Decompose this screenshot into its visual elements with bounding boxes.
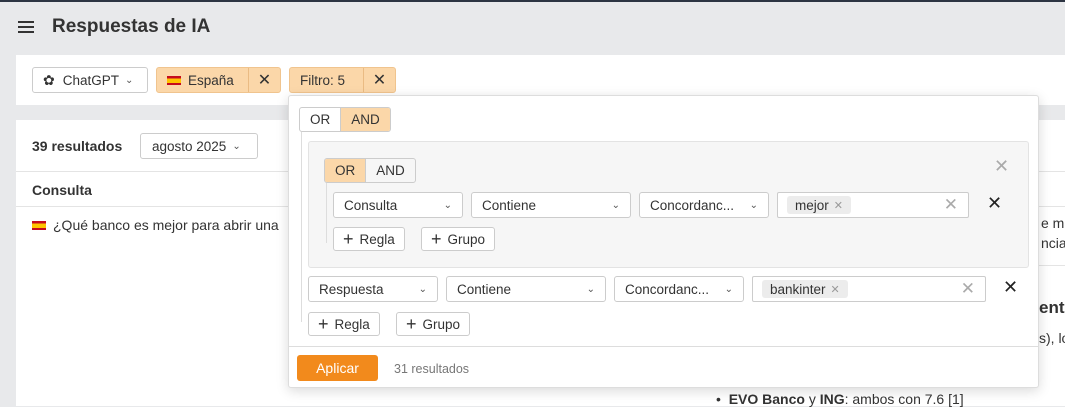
operator-value: Contiene [457, 281, 512, 297]
match-value: Concordanc... [625, 281, 710, 297]
filter-popover: OR AND OR AND ✕ Consulta ⌄ Contiene ⌄ Conc… [288, 95, 1039, 388]
add-rule-label: Regla [334, 316, 370, 332]
field-value: Consulta [344, 197, 398, 213]
country-chip[interactable]: España ✕ [156, 67, 281, 93]
tree-line [326, 183, 327, 243]
filter-group: OR AND ✕ Consulta ⌄ Contiene ⌄ Concordanc.… [308, 141, 1029, 268]
model-dropdown[interactable]: ✿ ChatGPT ⌄ [32, 67, 148, 93]
top-border [0, 0, 1065, 2]
remove-filter-icon[interactable]: ✕ [363, 68, 395, 92]
openai-icon: ✿ [43, 71, 55, 88]
match-select[interactable]: Concordanc... ⌄ [639, 192, 769, 218]
filter-chip[interactable]: Filtro: 5 ✕ [289, 67, 396, 93]
logic-or-button[interactable]: OR [325, 159, 366, 182]
answer-heading-fragment: ente [1039, 298, 1065, 317]
answer-bullet: • EVO Banco y ING: ambos con 7.6 [1] [716, 391, 964, 407]
value-input[interactable]: bankinter ✕ ✕ [752, 276, 986, 302]
group-logic-toggle: OR AND [324, 158, 416, 183]
row-query: ¿Qué banco es mejor para abrir una [53, 217, 279, 233]
chevron-down-icon: ⌄ [418, 283, 427, 295]
field-select[interactable]: Consulta ⌄ [333, 192, 463, 218]
filter-label: Filtro: 5 [300, 72, 346, 88]
bank-name: ING [819, 391, 845, 407]
chevron-down-icon: ⌄ [125, 74, 134, 86]
column-header-consulta: Consulta [32, 182, 92, 198]
field-value: Respuesta [319, 281, 384, 297]
value-tag: bankinter ✕ [762, 280, 848, 298]
divider [1039, 265, 1065, 266]
logic-and-button[interactable]: AND [340, 108, 390, 131]
logic-or-button[interactable]: OR [300, 108, 340, 131]
match-select[interactable]: Concordanc... ⌄ [614, 276, 744, 302]
divider [289, 346, 1038, 347]
model-label: ChatGPT [62, 72, 120, 88]
apply-button[interactable]: Aplicar [297, 355, 378, 381]
add-group-label: Grupo [447, 231, 486, 247]
answer-text-fragment: s), lo [1039, 330, 1065, 346]
country-label: España [188, 72, 234, 88]
chevron-down-icon: ⌄ [749, 199, 758, 211]
results-count: 39 resultados [32, 138, 123, 154]
answer-text-fragment: e mu [1041, 215, 1065, 231]
remove-rule-icon[interactable]: ✕ [1003, 277, 1018, 298]
chevron-down-icon: ⌄ [232, 140, 241, 152]
add-rule-button[interactable]: + Regla [333, 227, 405, 251]
chevron-down-icon: ⌄ [586, 283, 595, 295]
add-rule-label: Regla [359, 231, 395, 247]
spain-flag-icon [167, 75, 181, 85]
chevron-down-icon: ⌄ [724, 283, 733, 295]
operator-select[interactable]: Contiene ⌄ [471, 192, 631, 218]
table-row[interactable]: ¿Qué banco es mejor para abrir una [32, 217, 279, 233]
operator-value: Contiene [482, 197, 537, 213]
month-dropdown[interactable]: agosto 2025 ⌄ [140, 133, 258, 159]
value-tag: mejor ✕ [787, 196, 851, 214]
plus-icon: + [406, 314, 417, 334]
remove-tag-icon[interactable]: ✕ [834, 199, 843, 212]
tag-label: bankinter [770, 281, 826, 297]
remove-group-icon[interactable]: ✕ [994, 156, 1009, 177]
menu-icon[interactable] [18, 21, 34, 33]
answer-text-fragment: ncia [1041, 235, 1065, 251]
match-value: Concordanc... [650, 197, 735, 213]
plus-icon: + [431, 229, 442, 249]
field-select[interactable]: Respuesta ⌄ [308, 276, 438, 302]
remove-country-icon[interactable]: ✕ [248, 68, 280, 92]
operator-select[interactable]: Contiene ⌄ [446, 276, 606, 302]
page-title: Respuestas de IA [52, 16, 211, 37]
tree-line [301, 132, 302, 322]
clear-icon[interactable]: ✕ [944, 195, 958, 215]
spain-flag-icon [32, 220, 46, 230]
clear-icon[interactable]: ✕ [961, 279, 975, 299]
remove-rule-icon[interactable]: ✕ [987, 193, 1002, 214]
outer-logic-toggle: OR AND [299, 107, 391, 132]
text: : ambos con 7.6 [1] [844, 391, 964, 407]
plus-icon: + [343, 229, 354, 249]
text: y [804, 391, 820, 407]
value-input[interactable]: mejor ✕ ✕ [777, 192, 969, 218]
tag-label: mejor [795, 197, 829, 213]
bank-name: EVO Banco [728, 391, 805, 407]
logic-and-button[interactable]: AND [365, 159, 415, 182]
add-group-label: Grupo [422, 316, 461, 332]
plus-icon: + [318, 314, 329, 334]
chevron-down-icon: ⌄ [611, 199, 620, 211]
add-group-button[interactable]: + Grupo [396, 312, 471, 336]
preview-result-count: 31 resultados [394, 362, 470, 376]
add-rule-button[interactable]: + Regla [308, 312, 380, 336]
chevron-down-icon: ⌄ [443, 199, 452, 211]
add-group-button[interactable]: + Grupo [421, 227, 496, 251]
page-header: Respuestas de IA [18, 16, 210, 38]
month-label: agosto 2025 [152, 138, 227, 154]
remove-tag-icon[interactable]: ✕ [831, 283, 840, 296]
